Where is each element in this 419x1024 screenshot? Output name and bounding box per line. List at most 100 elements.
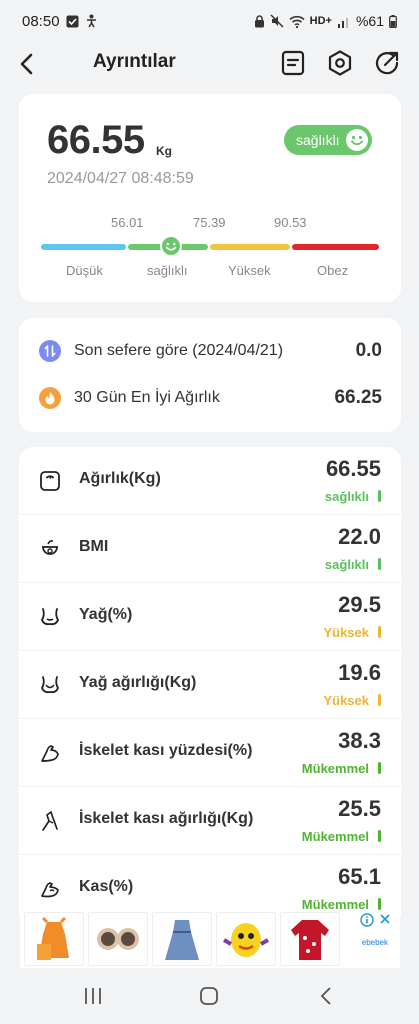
weight-summary-card: 66.55 Kg 2024/04/27 08:48:59 sağlıklı 56… [19, 94, 401, 302]
threshold-high: 90.53 [274, 215, 307, 230]
back-icon [320, 987, 331, 1005]
report-button[interactable] [278, 48, 308, 78]
threshold-low: 56.01 [111, 215, 144, 230]
mute-icon [270, 14, 284, 28]
metric-label: İskelet kası yüzdesi(%) [79, 742, 253, 759]
metric-value: 65.1 [338, 864, 381, 889]
metrics-list: Ağırlık(Kg) 66.55 sağlıklı BMI 22.0 sağl… [19, 447, 401, 927]
lock-icon [254, 14, 264, 27]
home-icon [200, 987, 218, 1005]
metric-status: Yüksek [323, 693, 369, 708]
comparison-row-best[interactable]: 30 Gün En İyi Ağırlık 66.25 [19, 383, 401, 413]
metric-value: 19.6 [338, 660, 381, 685]
current-weight-indicator-icon [160, 235, 182, 257]
metric-label: Yağ(%) [79, 606, 133, 623]
denim-dress-icon [165, 920, 199, 960]
comparison-card: Son sefere göre (2024/04/21) 0.0 30 Gün … [19, 318, 401, 432]
ad-close-icon[interactable] [378, 912, 392, 926]
metric-row-skeletal-muscle-percent[interactable]: İskelet kası yüzdesi(%) 38.3 Mükemmel [19, 719, 401, 787]
orange-dress-icon [37, 916, 69, 960]
comparison-label: Son sefere göre (2024/04/21) [74, 342, 284, 359]
status-badge: sağlıklı [284, 125, 372, 155]
ad-info-icon[interactable] [360, 913, 374, 927]
comparison-label: 30 Gün En İyi Ağırlık [74, 389, 220, 406]
status-badge-label: sağlıklı [296, 132, 340, 148]
share-icon [375, 51, 399, 75]
red-jacket-icon [291, 920, 329, 960]
page-title: Ayrıntılar [93, 51, 176, 72]
metric-value: 29.5 [338, 592, 381, 617]
measurement-datetime: 2024/04/27 08:48:59 [47, 170, 194, 187]
metric-label: Ağırlık(Kg) [79, 470, 161, 487]
nav-back-button[interactable] [314, 984, 340, 1008]
metric-row-skeletal-muscle-weight[interactable]: İskelet kası ağırlığı(Kg) 25.5 Mükemmel [19, 787, 401, 855]
scale-segment-low [41, 244, 126, 250]
recent-apps-icon [85, 988, 101, 1004]
scale-label-obese: Obez [317, 263, 349, 278]
report-icon [281, 50, 305, 76]
share-button[interactable] [372, 48, 402, 78]
metric-status-indicator [378, 898, 381, 910]
back-arrow-icon [20, 53, 33, 75]
settings-button[interactable] [325, 48, 355, 78]
wifi-icon [289, 15, 305, 28]
muscle-leg-icon [42, 811, 58, 831]
metric-status-indicator [378, 626, 381, 638]
flex-arm-icon [41, 882, 59, 898]
ad-product[interactable] [280, 912, 340, 966]
app-bar: Ayrıntılar [0, 42, 419, 86]
scale-label-low: Düşük [66, 263, 103, 278]
metric-status-indicator [378, 762, 381, 774]
ad-product[interactable] [24, 912, 84, 966]
status-bar: 08:50 HD+ %61 [0, 0, 419, 42]
back-button[interactable] [14, 50, 42, 78]
weight-value: 66.55 [47, 118, 145, 162]
ad-product[interactable] [88, 912, 148, 966]
metric-status-indicator [378, 558, 381, 570]
metric-status: sağlıklı [324, 557, 369, 572]
ad-product[interactable] [152, 912, 212, 966]
metric-row-fat-weight[interactable]: Yağ ağırlığı(Kg) 19.6 Yüksek [19, 651, 401, 719]
settings-hexagon-icon [328, 50, 352, 76]
metric-status-indicator [378, 490, 381, 502]
metric-row-fat[interactable]: Yağ(%) 29.5 Yüksek [19, 583, 401, 651]
ad-product[interactable] [216, 912, 276, 966]
body-fat-icon [40, 608, 60, 626]
metric-status: Mükemmel [301, 761, 369, 776]
threshold-mid: 75.39 [193, 215, 226, 230]
kids-sunglasses-icon [97, 928, 139, 950]
metric-value: 22.0 [338, 524, 381, 549]
metric-label: Kas(%) [79, 878, 134, 895]
ad-brand-logo: ebebek [361, 938, 388, 947]
scale-segment-high [210, 244, 290, 250]
comparison-row-last[interactable]: Son sefere göre (2024/04/21) 0.0 [19, 336, 401, 366]
flame-icon [39, 387, 61, 409]
metric-value: 66.55 [325, 456, 381, 481]
battery-icon [389, 14, 397, 28]
bmi-icon [42, 540, 58, 555]
metric-row-weight[interactable]: Ağırlık(Kg) 66.55 sağlıklı [19, 447, 401, 515]
metric-status: sağlıklı [324, 489, 369, 504]
network-type: HD+ [309, 15, 332, 27]
home-button[interactable] [196, 984, 222, 1008]
metric-value: 38.3 [338, 728, 381, 753]
metric-status: Yüksek [323, 625, 369, 640]
metric-status-indicator [378, 694, 381, 706]
status-time: 08:50 [22, 12, 60, 30]
system-navigation-bar [0, 968, 419, 1024]
metric-status: Mükemmel [301, 829, 369, 844]
metric-row-bmi[interactable]: BMI 22.0 sağlıklı [19, 515, 401, 583]
scale-icon [40, 471, 60, 491]
fat-weight-icon [40, 676, 60, 694]
metric-label: BMI [79, 538, 109, 555]
battery-percent: %61 [355, 13, 384, 29]
ad-banner[interactable]: ebebek [20, 910, 400, 968]
yellow-toy-icon [223, 923, 269, 957]
recent-apps-button[interactable] [80, 984, 106, 1008]
compare-arrows-icon [39, 340, 61, 362]
muscle-arm-icon [41, 745, 59, 762]
comparison-value: 66.25 [334, 387, 382, 408]
metric-label: Yağ ağırlığı(Kg) [79, 674, 197, 691]
metric-status-indicator [378, 830, 381, 842]
metric-value: 25.5 [338, 796, 381, 821]
